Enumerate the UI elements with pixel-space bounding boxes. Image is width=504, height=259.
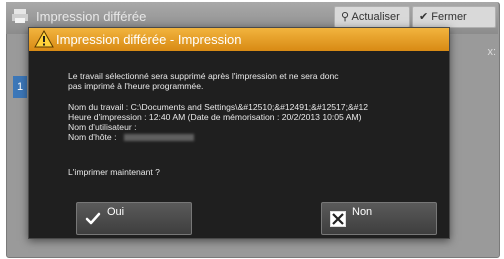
print-time: Heure d'impression : 12:40 AM (Date de m…: [68, 112, 362, 122]
search-icon: ⚲: [341, 11, 350, 23]
close-icon: [330, 211, 346, 227]
warning-icon: [34, 30, 54, 48]
refresh-button[interactable]: ⚲ Actualiser: [334, 6, 410, 28]
printer-icon: [12, 9, 28, 23]
checkmark-icon: [85, 212, 101, 225]
side-tab[interactable]: 1: [13, 76, 27, 98]
confirm-question: L'imprimer maintenant ?: [68, 167, 160, 177]
refresh-button-label: Actualiser: [351, 11, 400, 23]
background-window-title: Impression différée: [36, 9, 147, 24]
message-line-2: pas imprimé à l'heure programmée.: [68, 81, 204, 91]
yes-button-label: Oui: [107, 206, 125, 218]
checkmark-icon: ✔: [419, 11, 429, 23]
close-window-button[interactable]: ✔ Fermer: [412, 6, 496, 28]
no-button-label: Non: [352, 206, 373, 218]
side-label: x:: [487, 46, 496, 58]
no-button[interactable]: Non: [321, 202, 437, 235]
host-name: Nom d'hôte :: [68, 132, 117, 142]
redacted-hostname: [124, 134, 195, 142]
yes-button[interactable]: Oui: [76, 202, 192, 235]
delayed-print-dialog: Impression différée - Impression Le trav…: [28, 27, 450, 239]
job-name: Nom du travail : C:\Documents and Settin…: [68, 102, 369, 112]
dialog-titlebar: Impression différée - Impression: [29, 28, 449, 51]
close-window-button-label: Fermer: [431, 11, 467, 23]
user-name: Nom d'utilisateur :: [68, 122, 137, 132]
message-line-1: Le travail sélectionné sera supprimé apr…: [68, 71, 339, 81]
host-name-row: Nom d'hôte :: [68, 132, 195, 142]
dialog-title: Impression différée - Impression: [56, 32, 242, 47]
